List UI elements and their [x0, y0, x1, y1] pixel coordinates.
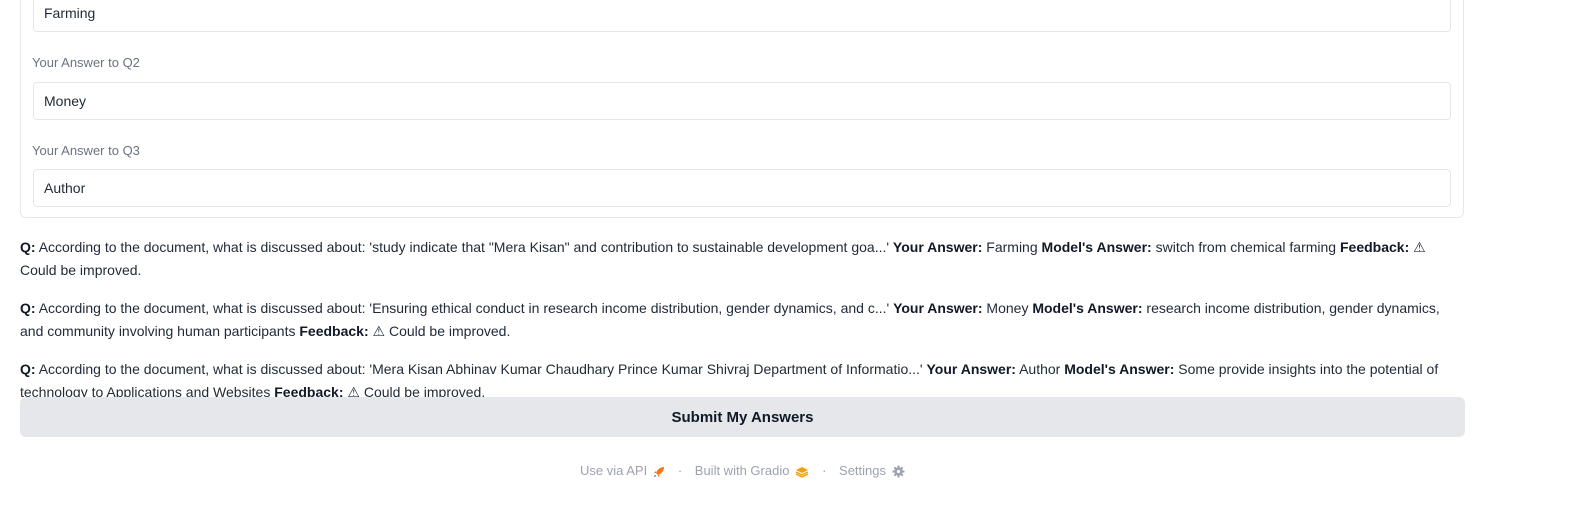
- settings-link[interactable]: Settings: [839, 463, 905, 478]
- gradio-logo-icon: [795, 463, 809, 478]
- your-answer-label: Your Answer:: [893, 300, 983, 316]
- your-answer-text: Money: [986, 300, 1029, 316]
- q1-answer-input[interactable]: [33, 0, 1451, 32]
- built-with-gradio-label: Built with Gradio: [694, 463, 790, 479]
- gear-icon: [892, 463, 905, 478]
- q-label: Q:: [20, 300, 36, 316]
- q-label: Q:: [20, 239, 36, 255]
- model-answer-label: Model's Answer:: [1041, 239, 1152, 255]
- page: Your Answer to Q2 Your Answer to Q3 Q: A…: [0, 0, 1571, 508]
- rocket-icon: [653, 463, 665, 478]
- question-text: According to the document, what is discu…: [38, 361, 923, 377]
- question-text: According to the document, what is discu…: [38, 300, 890, 316]
- q3-answer-input[interactable]: [33, 169, 1451, 207]
- footer: Use via API · Built with Gradio · Settin…: [0, 463, 1485, 478]
- feedback-label: Feedback:: [1339, 239, 1410, 255]
- your-answer-text: Author: [1019, 361, 1061, 377]
- results-list: Q: According to the document, what is di…: [20, 236, 1450, 419]
- settings-label: Settings: [839, 463, 887, 479]
- submit-answers-button[interactable]: Submit My Answers: [20, 397, 1465, 437]
- your-answer-label: Your Answer:: [926, 361, 1016, 377]
- model-answer-label: Model's Answer:: [1064, 361, 1175, 377]
- model-answer-label: Model's Answer:: [1032, 300, 1143, 316]
- use-via-api-label: Use via API: [579, 463, 648, 479]
- model-answer-text: switch from chemical farming: [1155, 239, 1337, 255]
- q-label: Q:: [20, 361, 36, 377]
- use-via-api-link[interactable]: Use via API: [580, 463, 665, 478]
- feedback-label: Feedback:: [299, 323, 369, 339]
- result-item: Q: According to the document, what is di…: [20, 297, 1450, 343]
- built-with-gradio-link[interactable]: Built with Gradio: [695, 463, 810, 478]
- footer-separator: ·: [677, 463, 683, 479]
- footer-separator: ·: [822, 463, 827, 479]
- your-answer-label: Your Answer:: [892, 239, 983, 255]
- q3-answer-label: Your Answer to Q3: [32, 143, 140, 158]
- result-item: Q: According to the document, what is di…: [20, 236, 1450, 282]
- question-text: According to the document, what is discu…: [38, 239, 890, 255]
- q2-answer-label: Your Answer to Q2: [32, 55, 140, 70]
- feedback-text: ⚠ Could be improved.: [372, 323, 511, 339]
- your-answer-text: Farming: [986, 239, 1038, 255]
- q2-answer-input[interactable]: [33, 82, 1451, 120]
